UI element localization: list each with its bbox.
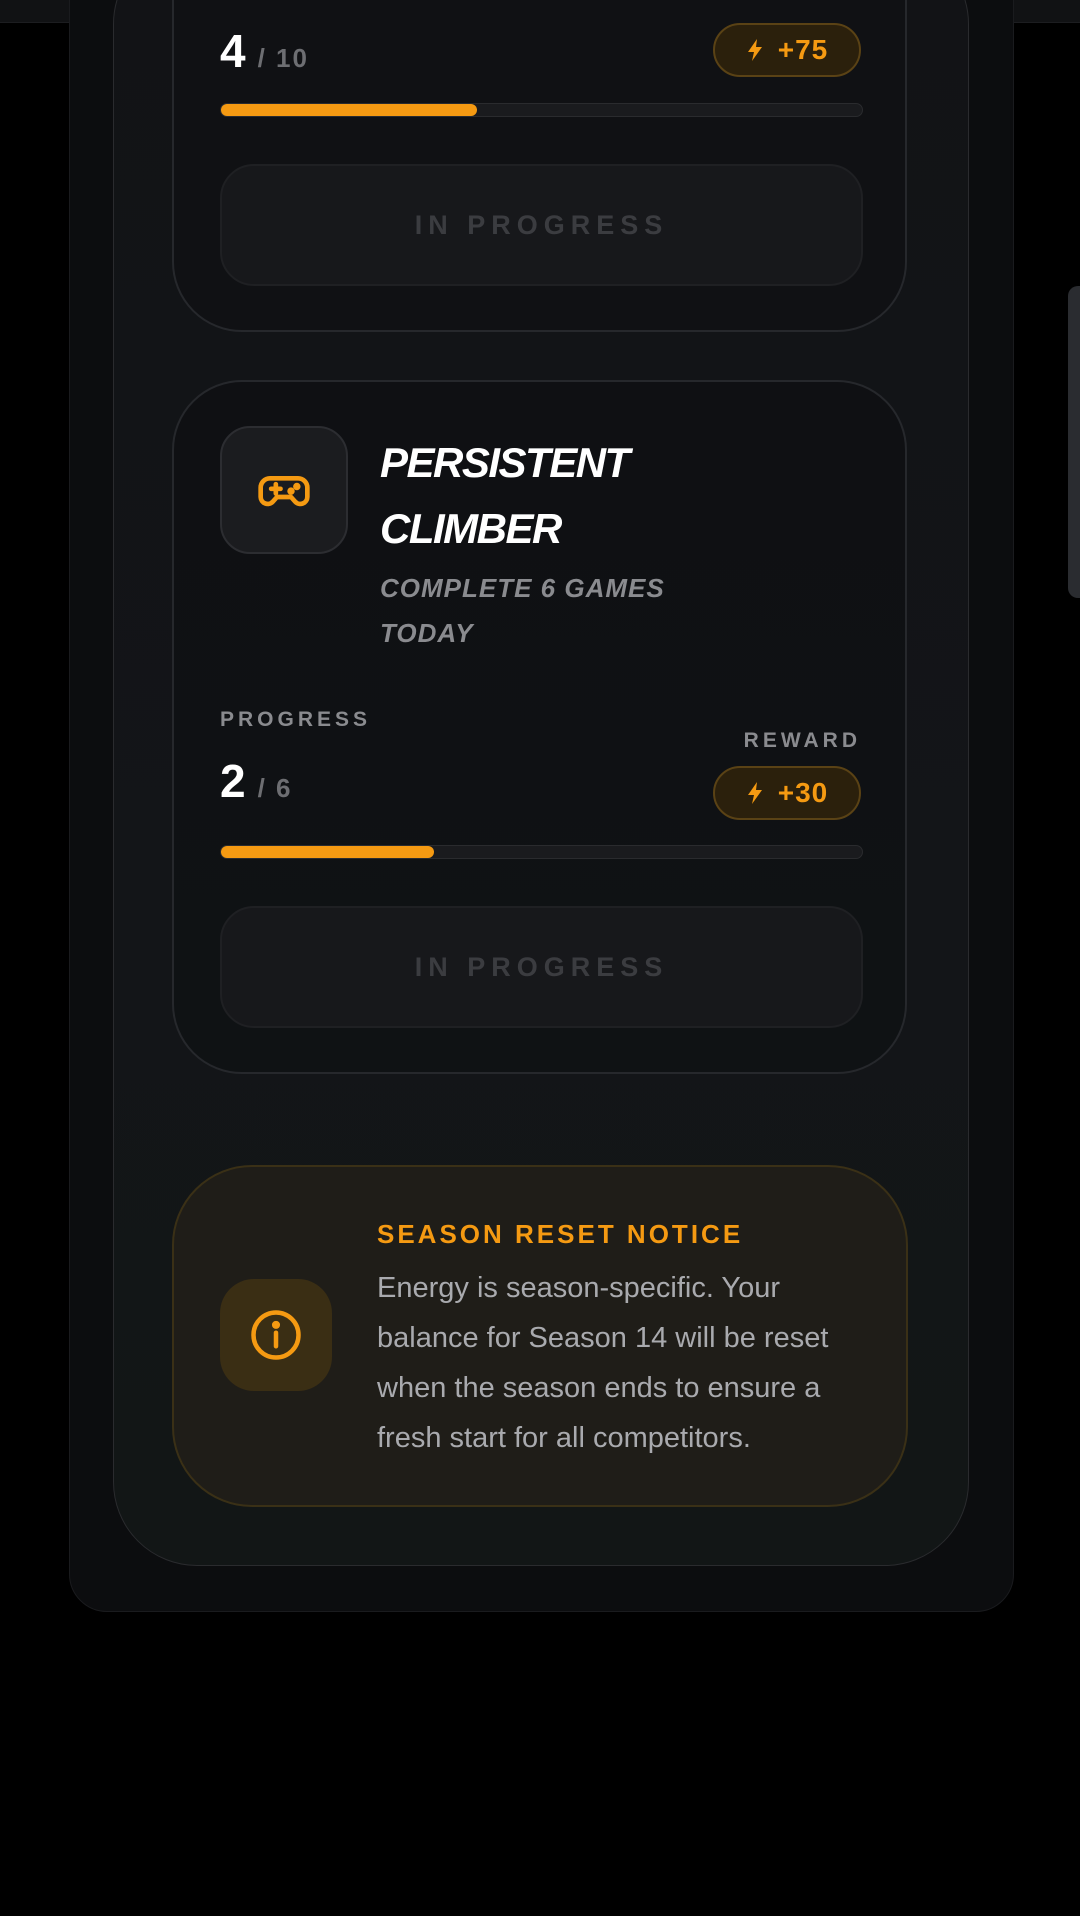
quest-title: PERSISTENT CLIMBER [380, 439, 630, 552]
quest-card: PERSISTENT CLIMBER COMPLETE 6 GAMES TODA… [172, 380, 907, 1074]
info-icon [251, 1310, 301, 1360]
bolt-icon [747, 39, 762, 61]
quest-progress-count: 4 / 10 [220, 24, 309, 78]
quest-description: COMPLETE 6 GAMES TODAY [380, 573, 665, 648]
progress-bar [220, 103, 863, 117]
progress-label: PROGRESS [220, 708, 372, 731]
reward-label: REWARD [743, 729, 861, 752]
reward-value: +75 [777, 34, 829, 65]
gamepad-icon [258, 476, 310, 507]
reward-value: +30 [777, 777, 829, 808]
season-reset-notice: SEASON RESET NOTICE Energy is season-spe… [172, 1165, 908, 1507]
progress-bar-fill [221, 104, 478, 116]
in-progress-button[interactable]: IN PROGRESS [220, 906, 863, 1028]
quest-progress-total: / 10 [257, 43, 309, 73]
quest-progress-count: 2 / 6 [220, 754, 293, 808]
progress-bar [220, 845, 863, 859]
bolt-icon [747, 782, 762, 804]
quest-card: 4 / 10 +75 IN PROGRESS [172, 0, 907, 332]
scrollbar-thumb[interactable] [1068, 286, 1080, 598]
notice-title: SEASON RESET NOTICE [377, 1219, 744, 1249]
quest-progress-total: / 6 [257, 773, 293, 803]
in-progress-button[interactable]: IN PROGRESS [220, 164, 863, 286]
reward-badge: +30 [713, 766, 861, 820]
notice-icon-box [220, 1279, 332, 1391]
quest-icon-box [220, 426, 348, 554]
reward-badge: +75 [713, 23, 861, 77]
progress-bar-fill [221, 846, 435, 858]
quest-progress-current: 4 [220, 25, 246, 77]
quest-progress-current: 2 [220, 755, 246, 807]
notice-body: Energy is season-specific. Your balance … [377, 1272, 829, 1454]
